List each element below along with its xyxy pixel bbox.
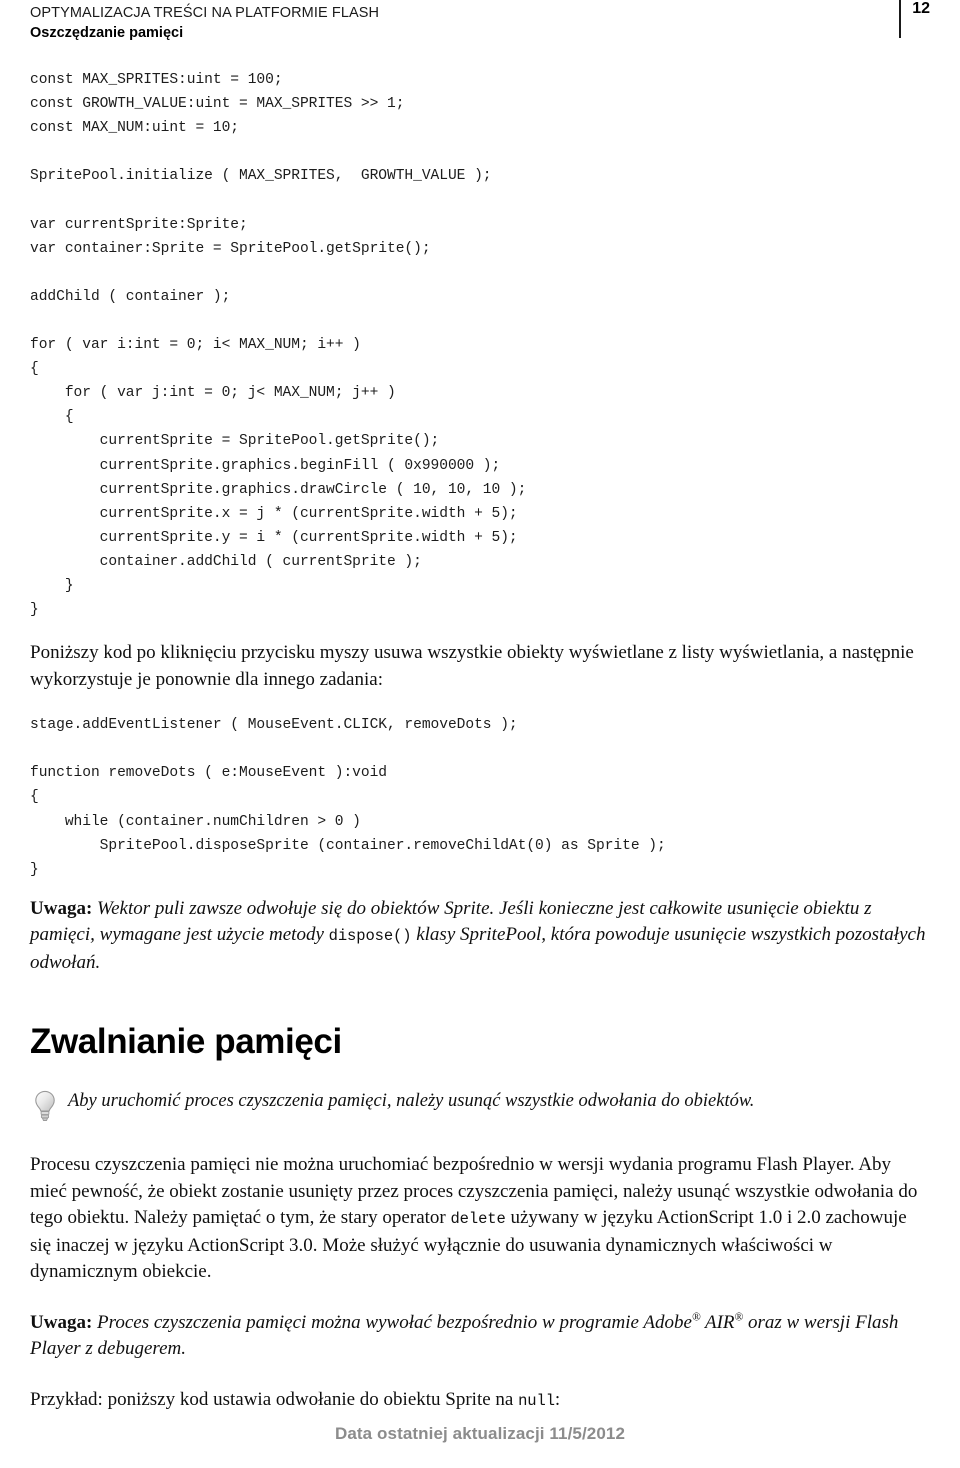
section-heading-zwalnianie-pamieci: Zwalnianie pamięci bbox=[30, 1022, 342, 1062]
folio-divider bbox=[899, 0, 902, 38]
paragraph-remove-dots-intro: Poniższy kod po kliknięciu przycisku mys… bbox=[30, 642, 914, 690]
note-part-1: Proces czyszczenia pamięci można wywołać… bbox=[92, 1311, 692, 1333]
inline-code-dispose: dispose() bbox=[328, 927, 412, 946]
page-content: const MAX_SPRITES:uint = 100; const GROW… bbox=[30, 48, 930, 1414]
note-label: Uwaga: bbox=[30, 897, 93, 919]
page-footer: Data ostatniej aktualizacji 11/5/2012 bbox=[0, 1424, 960, 1444]
note-label: Uwaga: bbox=[30, 1311, 93, 1333]
footer-last-updated: Data ostatniej aktualizacji 11/5/2012 bbox=[334, 1424, 626, 1443]
inline-code-delete: delete bbox=[450, 1210, 506, 1229]
tip-text: Aby uruchomić proces czyszczenia pamięci… bbox=[68, 1091, 755, 1112]
page-folio: 12 bbox=[899, 0, 930, 44]
running-header-subtitle: Oszczędzanie pamięci bbox=[30, 25, 184, 41]
code-block-sprite-pool: const MAX_SPRITES:uint = 100; const GROW… bbox=[30, 72, 527, 619]
code-block-remove-dots: stage.addEventListener ( MouseEvent.CLIC… bbox=[30, 717, 666, 878]
tip-callout: Aby uruchomić proces czyszczenia pamięci… bbox=[30, 1088, 930, 1122]
note-part-2: AIR bbox=[700, 1311, 735, 1333]
note-air-debugger: Uwaga: Proces czyszczenia pamięci można … bbox=[30, 1310, 930, 1363]
inline-code-null: null bbox=[518, 1391, 555, 1410]
paragraph-example-intro: Przykład: poniższy kod ustawia odwołanie… bbox=[30, 1387, 930, 1415]
running-header: OPTYMALIZACJA TREŚCI NA PLATFORMIE FLASH… bbox=[30, 0, 930, 48]
page-number: 12 bbox=[912, 0, 930, 17]
note-sprite-pool-dispose: Uwaga: Wektor puli zawsze odwołuje się d… bbox=[30, 896, 930, 977]
registered-mark-adobe: ® bbox=[691, 1311, 701, 1324]
example-part-1: Przykład: poniższy kod ustawia odwołanie… bbox=[30, 1388, 519, 1410]
running-header-title: OPTYMALIZACJA TREŚCI NA PLATFORMIE FLASH bbox=[30, 5, 380, 21]
example-part-2: : bbox=[554, 1388, 561, 1410]
registered-mark-air: ® bbox=[734, 1311, 744, 1324]
paragraph-garbage-collection: Procesu czyszczenia pamięci nie można ur… bbox=[30, 1152, 930, 1286]
document-page: OPTYMALIZACJA TREŚCI NA PLATFORMIE FLASH… bbox=[0, 0, 960, 1468]
lightbulb-icon bbox=[32, 1089, 58, 1123]
